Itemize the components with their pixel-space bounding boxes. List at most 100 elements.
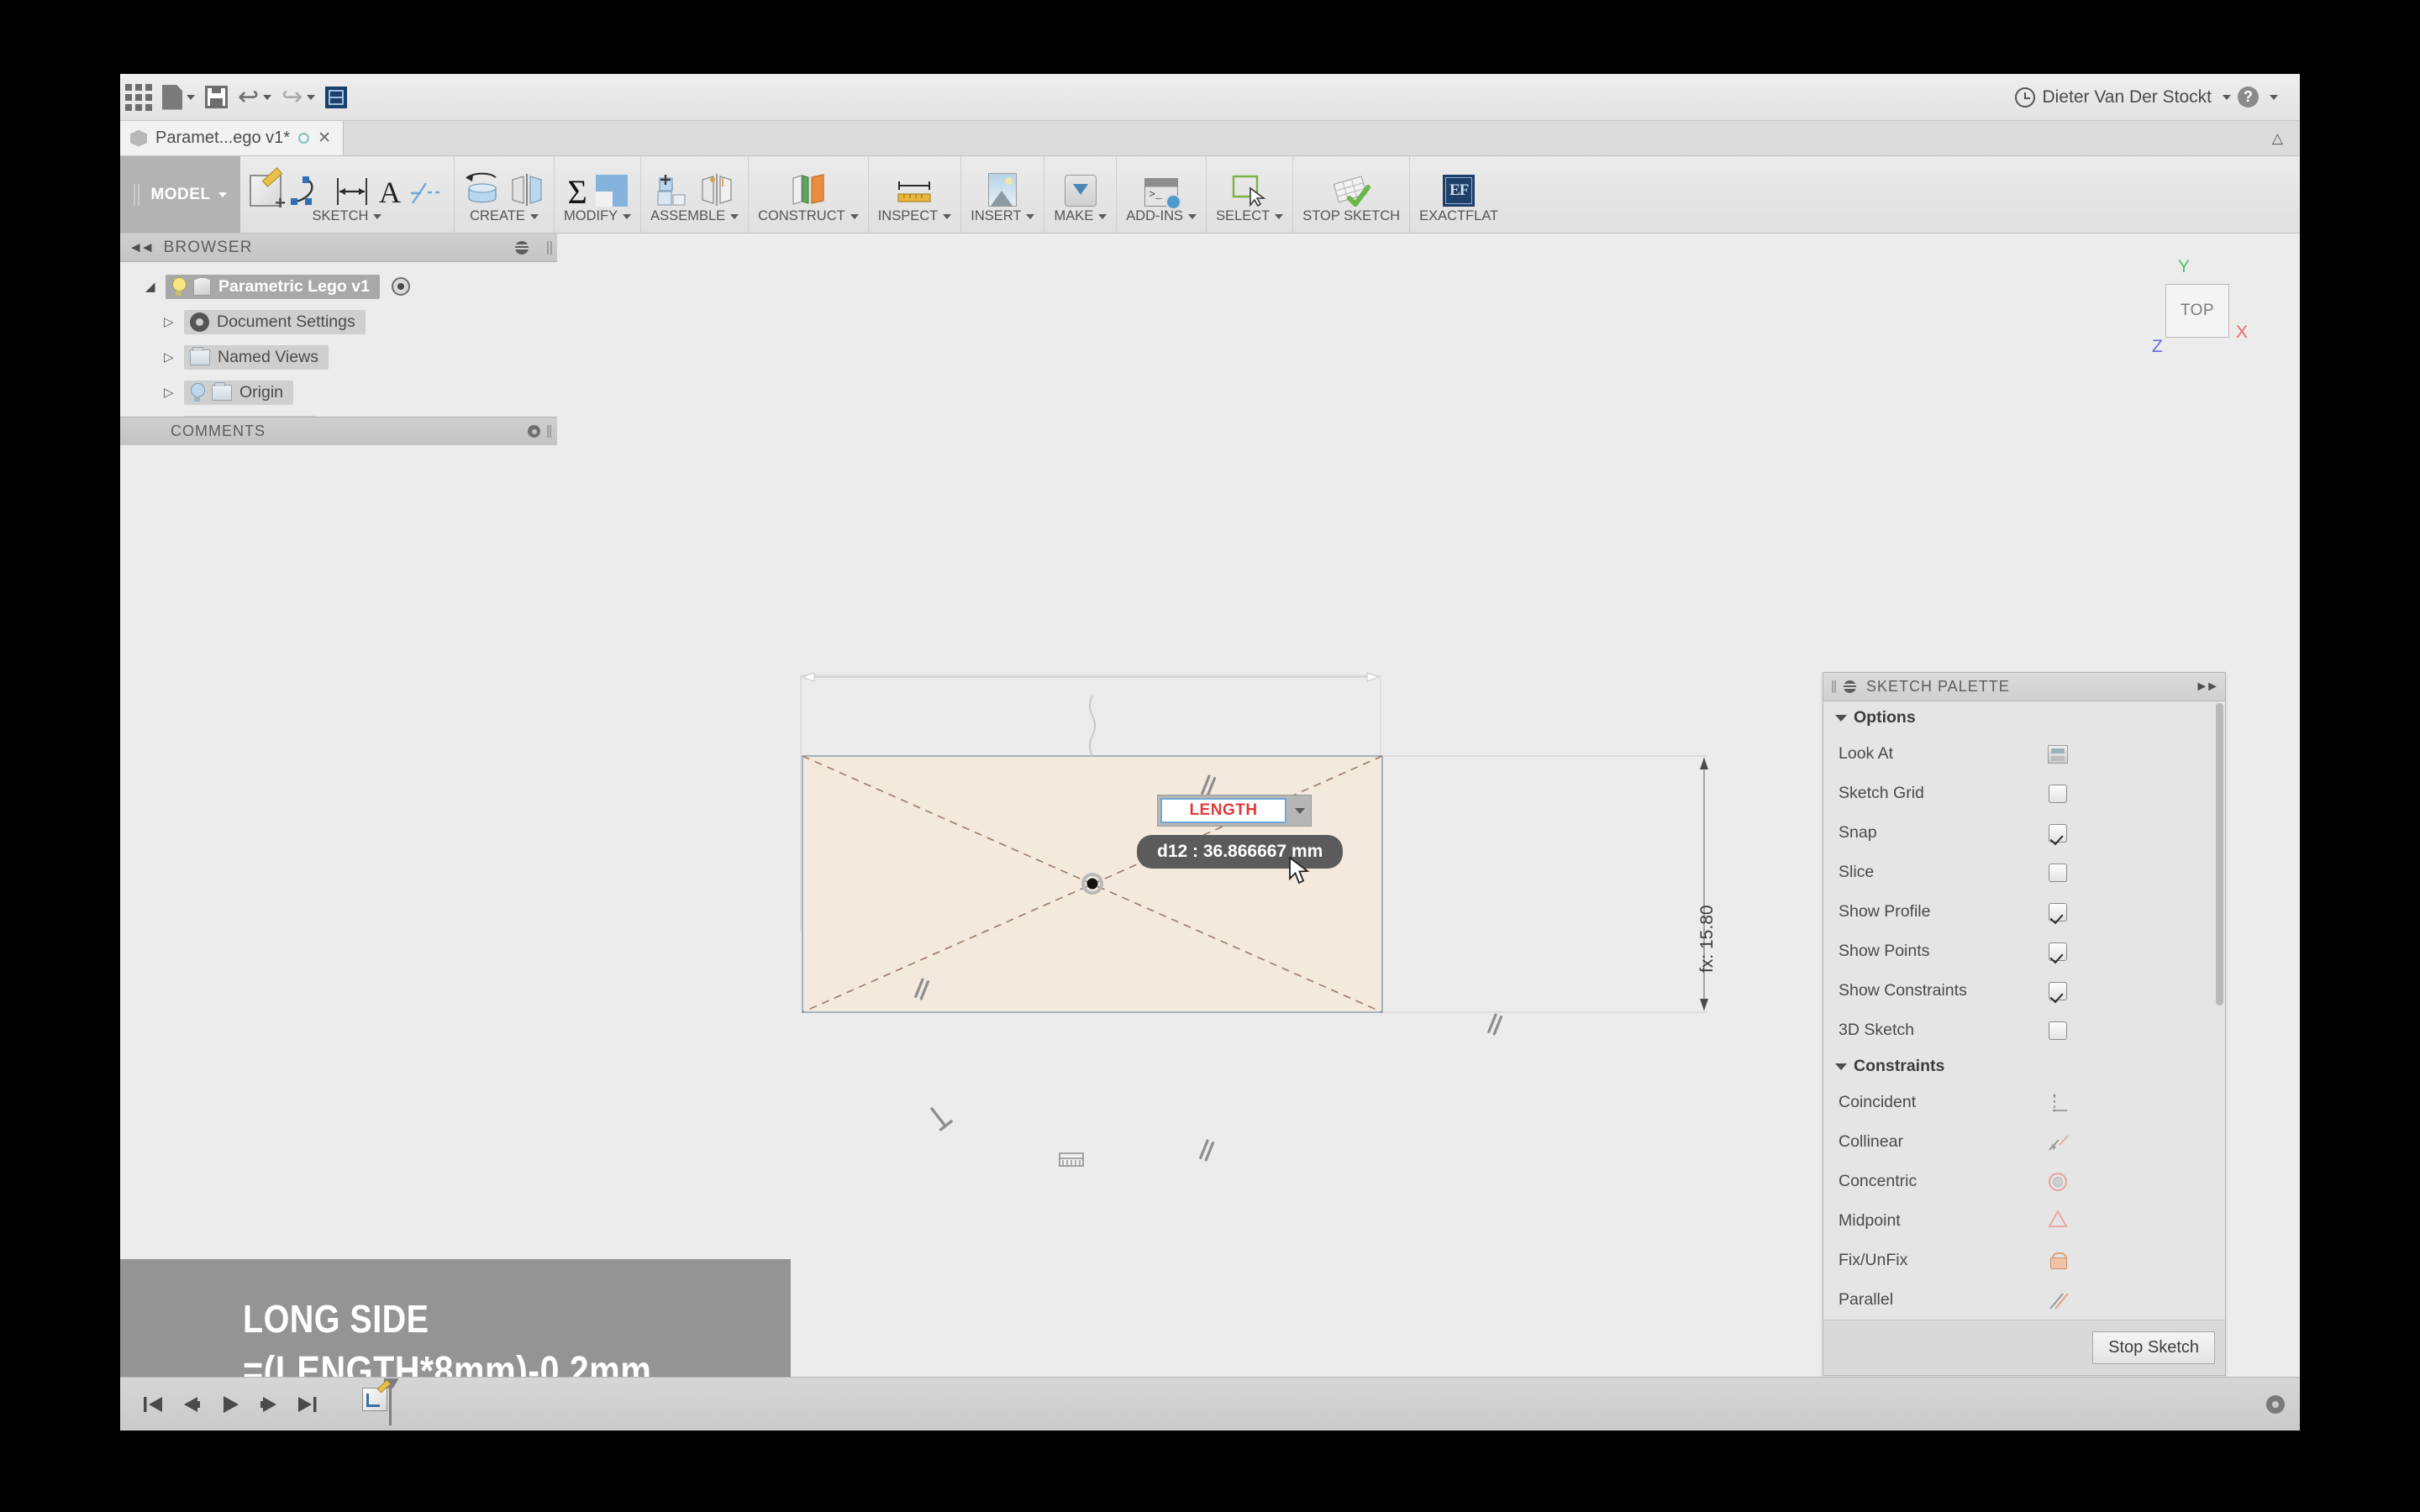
app-grid-icon[interactable] [120,78,157,117]
expand-palette-icon[interactable]: ►► [2195,680,2217,695]
comments-menu-icon[interactable] [528,425,540,438]
ribbon-group-construct-label[interactable]: CONSTRUCT [758,208,859,224]
press-pull-icon[interactable] [596,175,628,207]
show-points-checkbox[interactable] [2049,942,2067,961]
gear-icon[interactable] [2266,1395,2285,1414]
go-to-end-icon[interactable] [297,1394,318,1415]
help-icon[interactable]: ? [2238,87,2259,108]
palette-row-parallel[interactable]: Parallel [1823,1280,2225,1320]
ribbon-group-modify-label[interactable]: MODIFY [564,208,631,224]
section-header-options[interactable]: Options [1823,701,2225,734]
palette-row-coincident[interactable]: Coincident [1823,1083,2225,1122]
palette-row-midpoint[interactable]: Midpoint [1823,1201,2225,1241]
workspace-switcher[interactable]: MODEL [120,156,240,233]
lock-icon[interactable] [2050,1252,2065,1269]
collapse-ribbon-chevron-icon[interactable]: △ [2272,121,2300,155]
user-name[interactable]: Dieter Van Der Stockt [2042,87,2212,108]
insert-image-icon[interactable] [988,173,1017,207]
ribbon-group-addins-label[interactable]: ADD-INS [1126,208,1197,224]
close-icon[interactable]: ✕ [318,129,331,148]
parallel-icon[interactable] [2048,1291,2068,1310]
collapse-panel-icon[interactable]: ◄◄ [129,239,152,256]
midpoint-icon[interactable] [2048,1210,2068,1232]
stop-sketch-button[interactable]: Stop Sketch [2092,1331,2215,1364]
joint-mirror-icon[interactable] [699,173,734,207]
ribbon-group-assemble-label[interactable]: ASSEMBLE [650,208,739,224]
palette-row-snap[interactable]: Snap [1823,813,2225,853]
ribbon-group-create-label[interactable]: CREATE [470,208,539,224]
offset-plane-icon[interactable] [790,173,827,207]
palette-row-show-constraints[interactable]: Show Constraints [1823,971,2225,1011]
ribbon-group-stop-sketch-label[interactable]: STOP SKETCH [1302,208,1400,224]
go-to-beginning-icon[interactable] [142,1394,164,1415]
save-icon[interactable] [200,78,233,117]
panel-resize-grip[interactable] [547,241,549,255]
ribbon-group-exactflat-label[interactable]: EXACTFLAT [1419,208,1498,224]
step-back-icon[interactable] [181,1394,203,1415]
sketch-grid-checkbox[interactable] [2049,785,2067,803]
slice-checkbox[interactable] [2049,864,2067,882]
ribbon-group-inspect-label[interactable]: INSPECT [878,208,952,224]
tree-item-document-settings[interactable]: ▷ Document Settings [120,304,557,339]
palette-row-sketch-grid[interactable]: Sketch Grid [1823,774,2225,813]
twisty-closed-icon[interactable]: ▷ [164,349,184,365]
tree-item-named-views[interactable]: ▷ Named Views [120,339,557,375]
palette-row-slice[interactable]: Slice [1823,853,2225,892]
stop-sketch-icon[interactable] [1331,173,1371,207]
redo-icon[interactable]: ↪ [276,78,320,117]
comments-resize-grip[interactable] [547,425,549,438]
mirror-icon[interactable] [509,173,544,207]
tree-item-parametric-lego[interactable]: ◢ Parametric Lego v1 [120,269,557,304]
section-header-constraints[interactable]: Constraints [1823,1050,2225,1083]
palette-row-collinear[interactable]: Collinear [1823,1122,2225,1162]
bulb-blue-icon[interactable] [190,383,204,402]
undo-icon[interactable]: ↩ [233,78,276,117]
3d-sketch-checkbox[interactable] [2049,1021,2067,1040]
sketch-constraints-icon[interactable] [409,180,445,207]
vertical-dimension-text[interactable]: fx: 15.80 [1697,905,1718,973]
palette-row-fix-unfix[interactable]: Fix/UnFix [1823,1241,2225,1280]
twisty-closed-icon[interactable]: ▷ [164,385,184,400]
palette-row-concentric[interactable]: Concentric [1823,1162,2225,1201]
ribbon-group-sketch-label[interactable]: SKETCH [313,208,382,224]
dimension-input-box[interactable] [1157,795,1312,827]
coincident-icon[interactable] [2049,1094,2067,1112]
help-chevron-down-icon[interactable] [2270,95,2278,100]
document-tab[interactable]: Paramet...ego v1* ✕ [120,121,344,155]
concentric-icon[interactable] [2049,1173,2067,1191]
tree-item-origin[interactable]: ▷ Origin [120,375,557,410]
exactflat-icon[interactable]: EF [1443,175,1475,207]
text-icon[interactable]: A [379,178,401,207]
palette-resize-grip[interactable] [1832,680,1833,693]
spline-icon[interactable] [290,175,325,207]
create-sketch-icon[interactable] [250,175,281,207]
panel-menu-icon[interactable] [515,241,529,255]
job-status-icon[interactable] [2015,87,2035,108]
3d-print-icon[interactable] [1065,175,1097,207]
comments-panel-header[interactable]: COMMENTS [120,417,557,445]
palette-row-show-points[interactable]: Show Points [1823,932,2225,971]
measure-icon[interactable] [896,178,933,207]
new-component-icon[interactable] [655,173,691,207]
sketch-dimension-icon[interactable] [334,176,371,207]
snap-checkbox[interactable] [2049,824,2067,843]
twisty-open-icon[interactable]: ◢ [145,279,166,294]
dimension-input[interactable] [1160,798,1286,823]
twisty-closed-icon[interactable]: ▷ [164,314,184,329]
palette-row-look-at[interactable]: Look At [1823,734,2225,774]
ribbon-group-select-label[interactable]: SELECT [1216,208,1283,224]
show-constraints-checkbox[interactable] [2049,982,2067,1000]
look-at-icon[interactable] [2048,745,2068,764]
sigma-icon[interactable]: Σ [567,178,587,207]
select-icon[interactable] [1232,175,1267,207]
ribbon-group-insert-label[interactable]: INSERT [971,208,1034,224]
activate-component-radio[interactable] [392,277,410,296]
unsaved-indicator-icon[interactable] [298,133,309,144]
chevron-down-icon[interactable] [2223,95,2231,100]
sketch-marker-icon[interactable] [362,1383,399,1425]
palette-row-show-profile[interactable]: Show Profile [1823,892,2225,932]
scripts-addins-icon[interactable] [1144,178,1178,207]
bulb-icon[interactable] [171,277,186,296]
ribbon-group-make-label[interactable]: MAKE [1054,208,1107,224]
dimension-dropdown-icon[interactable] [1286,798,1308,823]
